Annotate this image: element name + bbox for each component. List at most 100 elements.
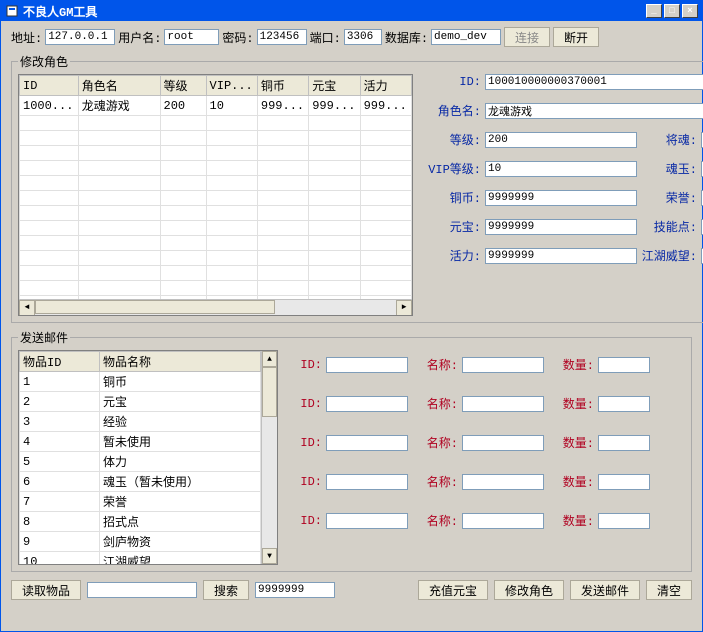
detail-vip-input[interactable] [485,161,637,177]
table-row[interactable] [20,281,412,296]
table-row[interactable] [20,176,412,191]
app-icon [5,4,19,18]
detail-vigor-input[interactable] [485,248,637,264]
modify-role-button[interactable]: 修改角色 [494,580,564,600]
role-col-header[interactable]: 元宝 [309,76,360,96]
table-row[interactable]: 7荣誉 [20,492,261,512]
role-col-header[interactable]: 活力 [360,76,411,96]
mail-id-input[interactable] [326,357,408,373]
role-col-header[interactable]: 铜币 [257,76,308,96]
table-row[interactable]: 8招式点 [20,512,261,532]
mail-name-input[interactable] [462,435,544,451]
detail-name-input[interactable] [485,103,703,119]
vscroll-thumb[interactable] [262,367,277,417]
mail-qty-input[interactable] [598,357,650,373]
role-col-header[interactable]: 等级 [160,76,206,96]
table-row[interactable] [20,251,412,266]
clear-button[interactable]: 清空 [646,580,692,600]
minimize-button[interactable]: _ [646,4,662,18]
addr-input[interactable] [45,29,115,45]
amount-input[interactable] [255,582,335,598]
mail-id-label: ID: [286,514,322,528]
disconnect-button[interactable]: 断开 [553,27,599,47]
detail-level-input[interactable] [485,132,637,148]
role-detail-form: ID: 角色名: 等级: 将魂: VIP等级: [421,74,703,316]
mail-qty-input[interactable] [598,435,650,451]
detail-gold-label: 元宝: [421,218,481,235]
table-row[interactable]: 1铜币 [20,372,261,392]
table-row[interactable] [20,221,412,236]
role-col-header[interactable]: 角色名 [78,76,160,96]
detail-coin-label: 铜币: [421,189,481,206]
mail-row: ID:名称:数量: [286,512,685,529]
mail-qty-input[interactable] [598,513,650,529]
detail-gold-input[interactable] [485,219,637,235]
table-row[interactable]: 1000...龙魂游戏20010999...999...999... [20,96,412,116]
mail-id-input[interactable] [326,396,408,412]
table-row[interactable]: 2元宝 [20,392,261,412]
pass-input[interactable] [257,29,307,45]
item-col-header[interactable]: 物品名称 [100,352,261,372]
table-row[interactable]: 9剑庐物资 [20,532,261,552]
mail-id-input[interactable] [326,474,408,490]
bottom-bar: 读取物品 搜索 充值元宝 修改角色 发送邮件 清空 [11,580,692,600]
role-table-hscroll[interactable]: ◄ ► [19,299,412,315]
connect-button[interactable]: 连接 [504,27,550,47]
table-row[interactable]: 5体力 [20,452,261,472]
mail-group: 发送邮件 物品ID物品名称 1铜币2元宝3经验4暂未使用5体力6魂玉（暂未使用）… [11,329,692,572]
role-table[interactable]: ID角色名等级VIP...铜币元宝活力 1000...龙魂游戏20010999.… [18,74,413,316]
item-table-vscroll[interactable]: ▲ ▼ [261,351,277,564]
mail-name-input[interactable] [462,357,544,373]
table-row[interactable] [20,206,412,221]
scroll-left-icon[interactable]: ◄ [19,300,35,316]
mail-name-input[interactable] [462,513,544,529]
mail-name-input[interactable] [462,396,544,412]
port-label: 端口: [310,29,341,46]
recharge-button[interactable]: 充值元宝 [418,580,488,600]
table-row[interactable] [20,146,412,161]
hscroll-thumb[interactable] [35,300,275,314]
titlebar: 不良人GM工具 _ □ × [1,1,702,21]
port-input[interactable] [344,29,382,45]
table-row[interactable]: 4暂未使用 [20,432,261,452]
scroll-up-icon[interactable]: ▲ [262,351,277,367]
table-row[interactable] [20,161,412,176]
table-row[interactable] [20,191,412,206]
mail-qty-input[interactable] [598,474,650,490]
table-row[interactable] [20,236,412,251]
search-button[interactable]: 搜索 [203,580,249,600]
detail-id-input[interactable] [485,74,703,90]
read-items-button[interactable]: 读取物品 [11,580,81,600]
scroll-down-icon[interactable]: ▼ [262,548,277,564]
close-button[interactable]: × [682,4,698,18]
mail-qty-label: 数量: [548,356,594,373]
mail-qty-input[interactable] [598,396,650,412]
item-table[interactable]: 物品ID物品名称 1铜币2元宝3经验4暂未使用5体力6魂玉（暂未使用）7荣誉8招… [18,350,278,565]
user-input[interactable] [164,29,219,45]
table-row[interactable] [20,116,412,131]
mail-name-input[interactable] [462,474,544,490]
send-mail-button[interactable]: 发送邮件 [570,580,640,600]
mail-id-input[interactable] [326,435,408,451]
table-row[interactable] [20,131,412,146]
mail-form: ID:名称:数量:ID:名称:数量:ID:名称:数量:ID:名称:数量:ID:名… [286,350,685,565]
mail-row: ID:名称:数量: [286,395,685,412]
mail-id-label: ID: [286,436,322,450]
table-row[interactable]: 3经验 [20,412,261,432]
mail-id-label: ID: [286,397,322,411]
search-input[interactable] [87,582,197,598]
mail-row: ID:名称:数量: [286,356,685,373]
table-row[interactable]: 10江湖威望 [20,552,261,566]
detail-coin-input[interactable] [485,190,637,206]
role-col-header[interactable]: VIP... [206,76,257,96]
mail-qty-label: 数量: [548,473,594,490]
item-col-header[interactable]: 物品ID [20,352,100,372]
db-input[interactable] [431,29,501,45]
mail-id-input[interactable] [326,513,408,529]
maximize-button[interactable]: □ [664,4,680,18]
role-col-header[interactable]: ID [20,76,79,96]
scroll-right-icon[interactable]: ► [396,300,412,316]
table-row[interactable] [20,266,412,281]
mail-name-label: 名称: [412,395,458,412]
table-row[interactable]: 6魂玉（暂未使用） [20,472,261,492]
